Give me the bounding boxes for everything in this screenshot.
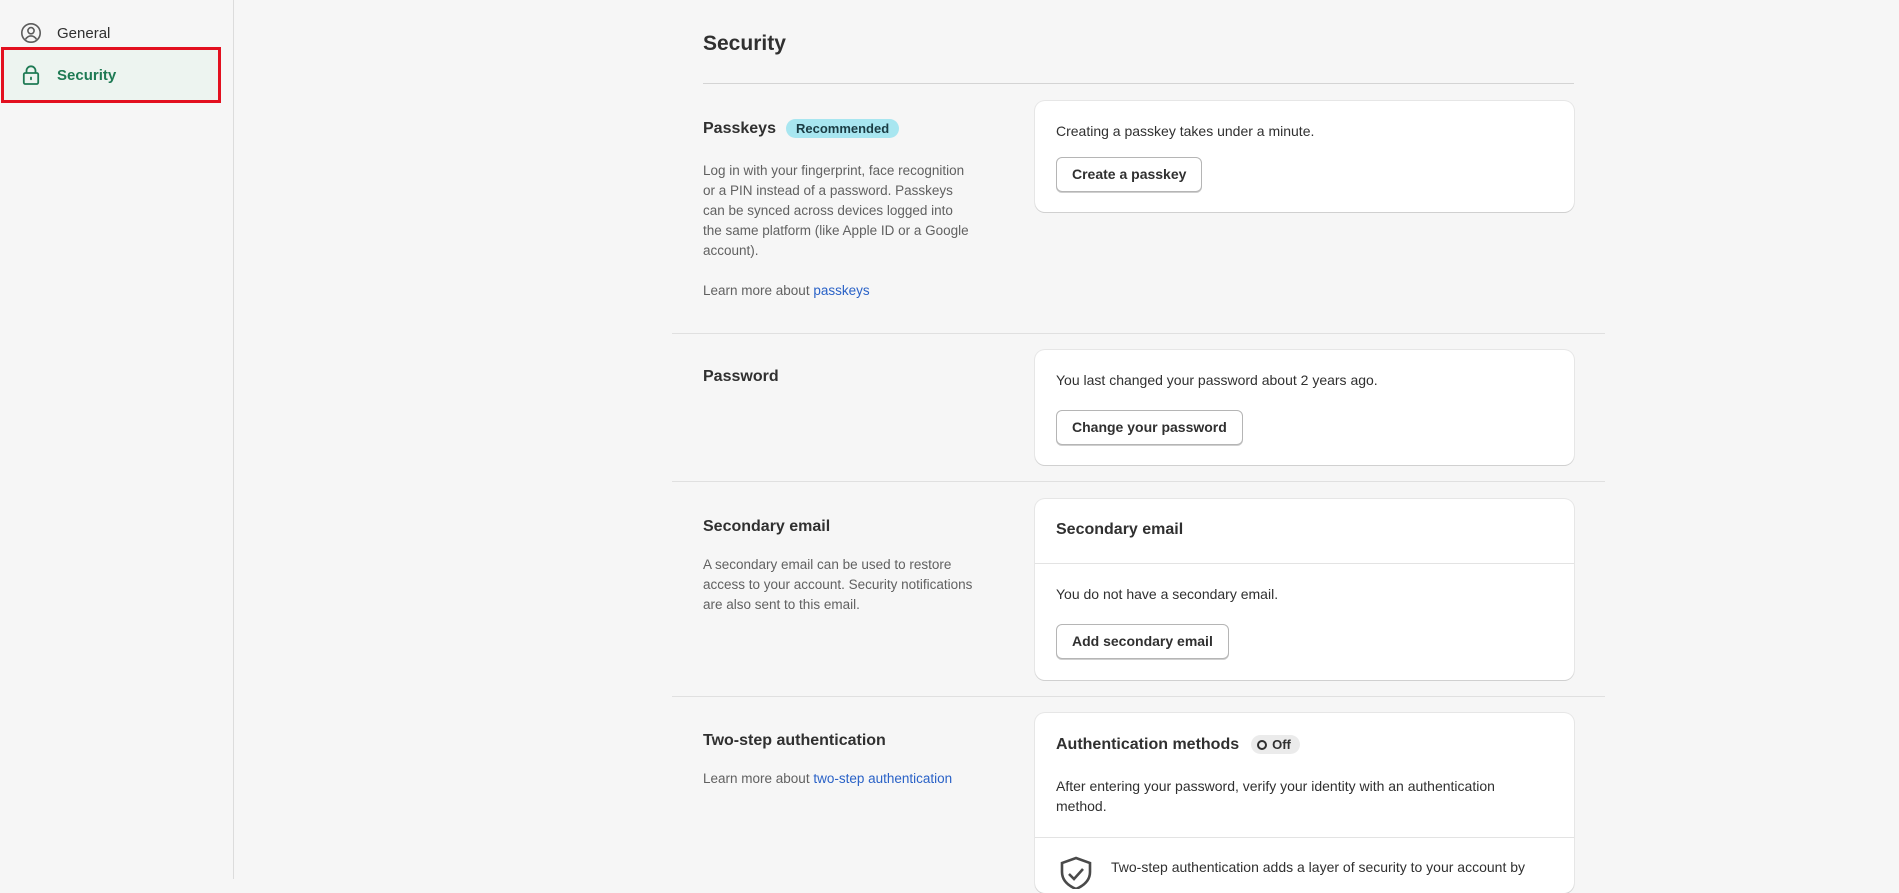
- section-divider: [672, 481, 1605, 482]
- auth-methods-title: Authentication methods: [1056, 736, 1239, 754]
- two-step-title: Two-step authentication: [703, 732, 886, 750]
- passkeys-heading: Passkeys Recommended: [703, 119, 899, 138]
- user-circle-icon: [19, 21, 43, 45]
- learn-more-prefix: Learn more about: [703, 283, 813, 298]
- main-content: Security Passkeys Recommended Log in wit…: [235, 0, 1899, 879]
- status-label: Off: [1272, 737, 1291, 752]
- create-passkey-button[interactable]: Create a passkey: [1056, 157, 1202, 192]
- change-password-button[interactable]: Change your password: [1056, 410, 1243, 445]
- learn-more-prefix: Learn more about: [703, 771, 813, 786]
- title-divider: [703, 83, 1574, 84]
- sidebar-item-label: General: [57, 25, 110, 42]
- password-title: Password: [703, 368, 779, 386]
- passkey-card-text: Creating a passkey takes under a minute.: [1056, 123, 1314, 139]
- section-divider: [672, 333, 1605, 334]
- sidebar: General Security: [0, 0, 234, 879]
- password-card-text: You last changed your password about 2 y…: [1056, 372, 1378, 388]
- passkeys-description: Log in with your fingerprint, face recog…: [703, 161, 973, 261]
- secondary-email-heading: Secondary email: [703, 518, 830, 536]
- recommended-badge: Recommended: [786, 119, 899, 138]
- sidebar-item-label: Security: [57, 67, 116, 84]
- password-card: You last changed your password about 2 y…: [1035, 350, 1574, 465]
- sidebar-item-security[interactable]: Security: [3, 49, 219, 101]
- passkeys-description-block: Log in with your fingerprint, face recog…: [703, 161, 973, 301]
- shield-check-icon: [1056, 855, 1096, 893]
- passkey-card: Creating a passkey takes under a minute.…: [1035, 101, 1574, 212]
- two-step-info-text: Two-step authentication adds a layer of …: [1111, 859, 1551, 875]
- status-badge: Off: [1251, 735, 1300, 754]
- auth-methods-header: Authentication methods Off: [1056, 735, 1300, 754]
- two-step-heading: Two-step authentication: [703, 732, 886, 750]
- secondary-email-card-title: Secondary email: [1056, 521, 1183, 539]
- authentication-methods-card: Authentication methods Off After enterin…: [1035, 713, 1574, 893]
- lock-icon: [19, 63, 43, 87]
- status-dot-icon: [1257, 740, 1267, 750]
- card-divider: [1035, 563, 1574, 564]
- passkeys-link[interactable]: passkeys: [813, 283, 869, 298]
- secondary-email-card: Secondary email You do not have a second…: [1035, 499, 1574, 680]
- secondary-email-title: Secondary email: [703, 518, 830, 536]
- passkeys-title: Passkeys: [703, 120, 776, 138]
- page-title: Security: [703, 32, 786, 56]
- secondary-email-description: A secondary email can be used to restore…: [703, 555, 973, 615]
- passkeys-learn-more: Learn more about passkeys: [703, 281, 973, 301]
- secondary-email-card-text: You do not have a secondary email.: [1056, 586, 1278, 602]
- add-secondary-email-button[interactable]: Add secondary email: [1056, 624, 1229, 659]
- card-divider: [1035, 837, 1574, 838]
- two-step-authentication-link[interactable]: two-step authentication: [813, 771, 952, 786]
- password-heading: Password: [703, 368, 779, 386]
- two-step-learn-more: Learn more about two-step authentication: [703, 769, 973, 789]
- section-divider: [672, 696, 1605, 697]
- auth-methods-text: After entering your password, verify you…: [1056, 776, 1546, 816]
